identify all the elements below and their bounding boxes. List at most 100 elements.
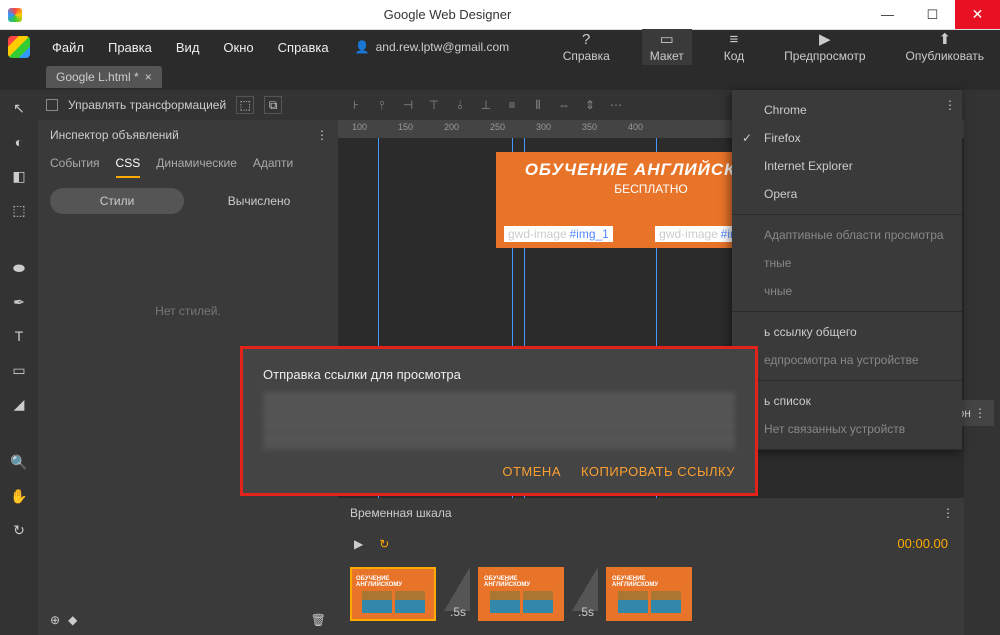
cube-tool-icon[interactable]: ◧ [7,164,31,188]
text-tool-icon[interactable]: T [7,324,31,348]
computed-button[interactable]: Вычислено [192,188,326,214]
close-button[interactable] [955,0,1000,29]
tools-sidebar: ↖ ◐ ◧ ⬚ ⬬ ✒ T ▭ ◢ 🔍 ✋ ↻ [0,90,38,635]
frame-title: ОБУЧЕНИЕ АНГЛИЙСКОМУ [356,576,430,588]
dropdown-item[interactable]: чные [732,277,962,305]
close-tab-icon[interactable]: × [145,70,152,84]
dialog-title: Отправка ссылки для просмотра [263,367,735,382]
preview-button[interactable]: ▶ Предпросмотр [776,29,873,65]
tag-tool-icon[interactable]: ⬬ [7,256,31,280]
dist-v-icon[interactable]: ⦀ [528,95,548,115]
keyframe[interactable]: ОБУЧЕНИЕ АНГЛИЙСКОМУ [350,567,436,621]
align-right-icon[interactable]: ⊣ [398,95,418,115]
window-controls [865,0,1000,29]
frame-title: ОБУЧЕНИЕ АНГЛИЙСКОМУ [484,576,558,588]
opt-icon-2[interactable]: ⧉ [264,96,282,114]
timeline-menu-icon[interactable]: ⋮ [942,506,952,520]
layout-label: Макет [650,49,684,63]
styles-button[interactable]: Стили [50,188,184,214]
dist-h-icon[interactable]: ≡ [502,95,522,115]
tab-events[interactable]: События [50,150,100,178]
maximize-button[interactable] [910,0,955,29]
menu-view[interactable]: Вид [166,34,210,61]
dropdown-item: едпросмотра на устройстве [732,346,962,374]
transform-checkbox[interactable] [46,99,58,111]
inspector-menu-icon[interactable]: ⋮ [316,128,326,142]
menu-help[interactable]: Справка [268,34,339,61]
spacing2-icon[interactable]: ⇕ [580,95,600,115]
publish-button[interactable]: ⬆ Опубликовать [898,29,992,65]
layout-icon: ▭ [658,31,676,47]
rotate-tool-icon[interactable]: ↻ [7,518,31,542]
options-bar: Управлять трансформацией ⬚ ⧉ [38,90,338,120]
preview-dropdown: ⋮ Chrome Firefox Internet Explorer Opera… [732,90,962,450]
help-icon: ? [577,31,595,47]
kebab-icon[interactable]: ⋮ [974,406,984,420]
align-top-icon[interactable]: ⊤ [424,95,444,115]
tab-dynamic[interactable]: Динамические [156,150,237,178]
inspector-footer: ⊕ ◆ 🗑 [38,605,338,635]
dropdown-item-list[interactable]: ь список [732,387,962,415]
preview-icon: ▶ [816,31,834,47]
dialog-link-content [263,392,735,450]
user-icon: 👤 [355,40,370,54]
pen-tool-icon[interactable]: ✒ [7,290,31,314]
tab-adaptive[interactable]: Адапти [253,150,293,178]
play-icon[interactable]: ▶ [354,537,363,551]
spacing-icon[interactable]: ⇔ [554,95,574,115]
copy-link-button[interactable]: КОПИРОВАТЬ ССЫЛКУ [581,464,735,479]
align-bottom-icon[interactable]: ⊥ [476,95,496,115]
user-account[interactable]: 👤 and.rew.lptw@gmail.com [355,40,510,54]
frame-title: ОБУЧЕНИЕ АНГЛИЙСКОМУ [612,576,686,588]
code-icon: ≡ [725,31,743,47]
element-tool-icon[interactable]: ⬚ [7,198,31,222]
delete-style-icon[interactable]: 🗑 [311,613,326,627]
align-middle-icon[interactable]: ⫰ [450,95,470,115]
fill-tool-icon[interactable]: ◢ [7,392,31,416]
dropdown-item[interactable]: тные [732,249,962,277]
right-panel [964,90,1000,635]
add-style-icon[interactable]: ⊕ [50,613,60,627]
timeline-time: 00:00.00 [897,536,948,551]
cancel-button[interactable]: ОТМЕНА [502,464,561,479]
keyframe[interactable]: ОБУЧЕНИЕ АНГЛИЙСКОМУ [606,567,692,621]
image-label-1[interactable]: gwd-image #img_1 [504,226,613,242]
timeline-title: Временная шкала [350,506,452,520]
timeline-panel: Временная шкала ⋮ ▶ ↻ 00:00.00 ОБУЧЕНИЕ … [338,498,964,635]
menu-file[interactable]: Файл [42,34,94,61]
more-align-icon[interactable]: ⋯ [606,95,626,115]
tab-css[interactable]: CSS [116,150,141,178]
timeline-frames: ОБУЧЕНИЕ АНГЛИЙСКОМУ .5s ОБУЧЕНИЕ АНГЛИЙ… [338,559,964,635]
keyframe[interactable]: ОБУЧЕНИЕ АНГЛИЙСКОМУ [478,567,564,621]
align-left-icon[interactable]: ⊦ [346,95,366,115]
align-center-icon[interactable]: ⫯ [372,95,392,115]
layout-button[interactable]: ▭ Макет [642,29,692,65]
dropdown-item-opera[interactable]: Opera [732,180,962,208]
shape3d-tool-icon[interactable]: ◐ [7,130,31,154]
zoom-tool-icon[interactable]: 🔍 [7,450,31,474]
dropdown-item-firefox[interactable]: Firefox [732,124,962,152]
minimize-button[interactable] [865,0,910,29]
transition[interactable]: .5s [572,567,598,621]
dropdown-item-chrome[interactable]: Chrome [732,96,962,124]
transition[interactable]: .5s [444,567,470,621]
copy-style-icon[interactable]: ◆ [68,613,77,627]
user-email: and.rew.lptw@gmail.com [376,40,510,54]
menu-window[interactable]: Окно [213,34,263,61]
opt-icon-1[interactable]: ⬚ [236,96,254,114]
pointer-tool-icon[interactable]: ↖ [7,96,31,120]
dropdown-item-adaptive[interactable]: Адаптивные области просмотра [732,221,962,249]
menu-edit[interactable]: Правка [98,34,162,61]
help-label: Справка [563,49,610,63]
file-tab[interactable]: Google L.html * × [46,66,162,88]
loop-icon[interactable]: ↻ [379,537,389,551]
dropdown-item-ie[interactable]: Internet Explorer [732,152,962,180]
banner-subtitle: БЕСПЛАТНО [614,182,687,196]
app-logo-icon [8,36,30,58]
hand-tool-icon[interactable]: ✋ [7,484,31,508]
dropdown-item-sharelink[interactable]: ь ссылку общего [732,318,962,346]
code-button[interactable]: ≡ Код [716,29,752,65]
help-button[interactable]: ? Справка [555,29,618,65]
rect-tool-icon[interactable]: ▭ [7,358,31,382]
window-title: Google Web Designer [30,7,865,22]
